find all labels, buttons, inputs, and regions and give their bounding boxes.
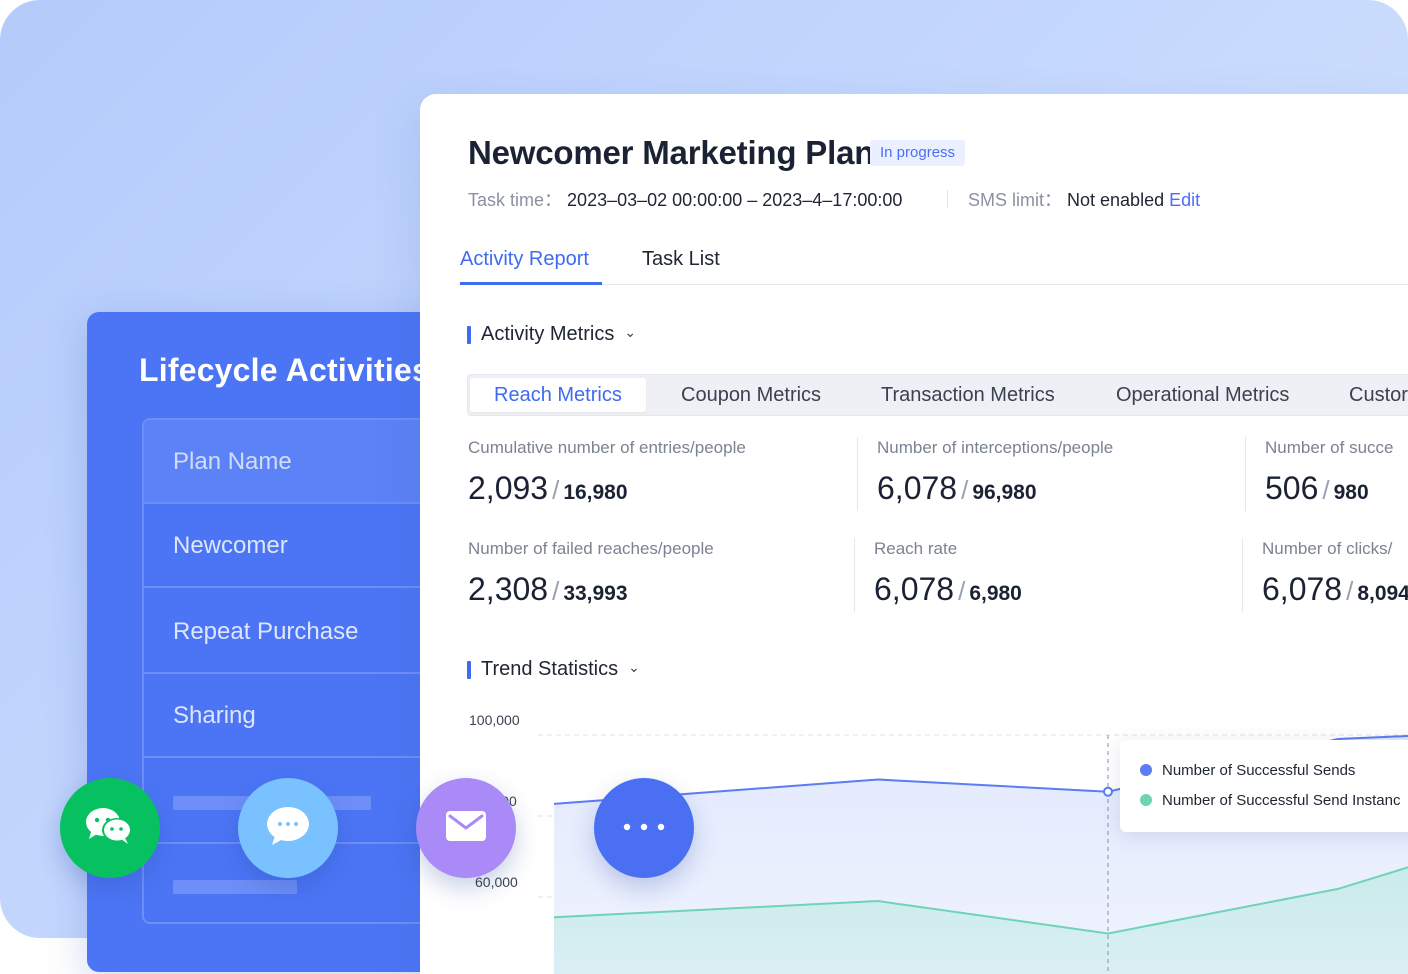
more-icon: [622, 819, 666, 837]
hover-point: [1103, 786, 1113, 797]
y-tick-label: 60,000: [475, 874, 518, 890]
wechat-button[interactable]: [60, 778, 160, 878]
lifecycle-title: Lifecycle Activities: [139, 352, 430, 388]
sms-button[interactable]: [238, 778, 338, 878]
email-button[interactable]: [416, 778, 516, 878]
chart-tooltip: Number of Successful Sends Number of Suc…: [1120, 740, 1408, 832]
chat-bubble-icon: [265, 805, 311, 852]
legend-item-successful-send-instances: Number of Successful Send Instanc: [1140, 792, 1400, 809]
wechat-icon: [83, 806, 137, 851]
legend-dot: [1140, 764, 1152, 776]
legend-item-successful-sends: Number of Successful Sends: [1140, 762, 1355, 779]
legend-label: Number of Successful Sends: [1162, 762, 1356, 779]
mail-icon: [445, 810, 487, 847]
trend-chart: [538, 734, 1408, 974]
more-button[interactable]: [594, 778, 694, 878]
legend-label: Number of Successful Send Instanc: [1162, 792, 1401, 809]
plan-detail-card: Newcomer Marketing Plan In progress Task…: [420, 94, 1408, 974]
legend-dot: [1140, 794, 1152, 806]
y-tick-label: 100,000: [469, 712, 520, 728]
placeholder-bar: [173, 880, 297, 894]
